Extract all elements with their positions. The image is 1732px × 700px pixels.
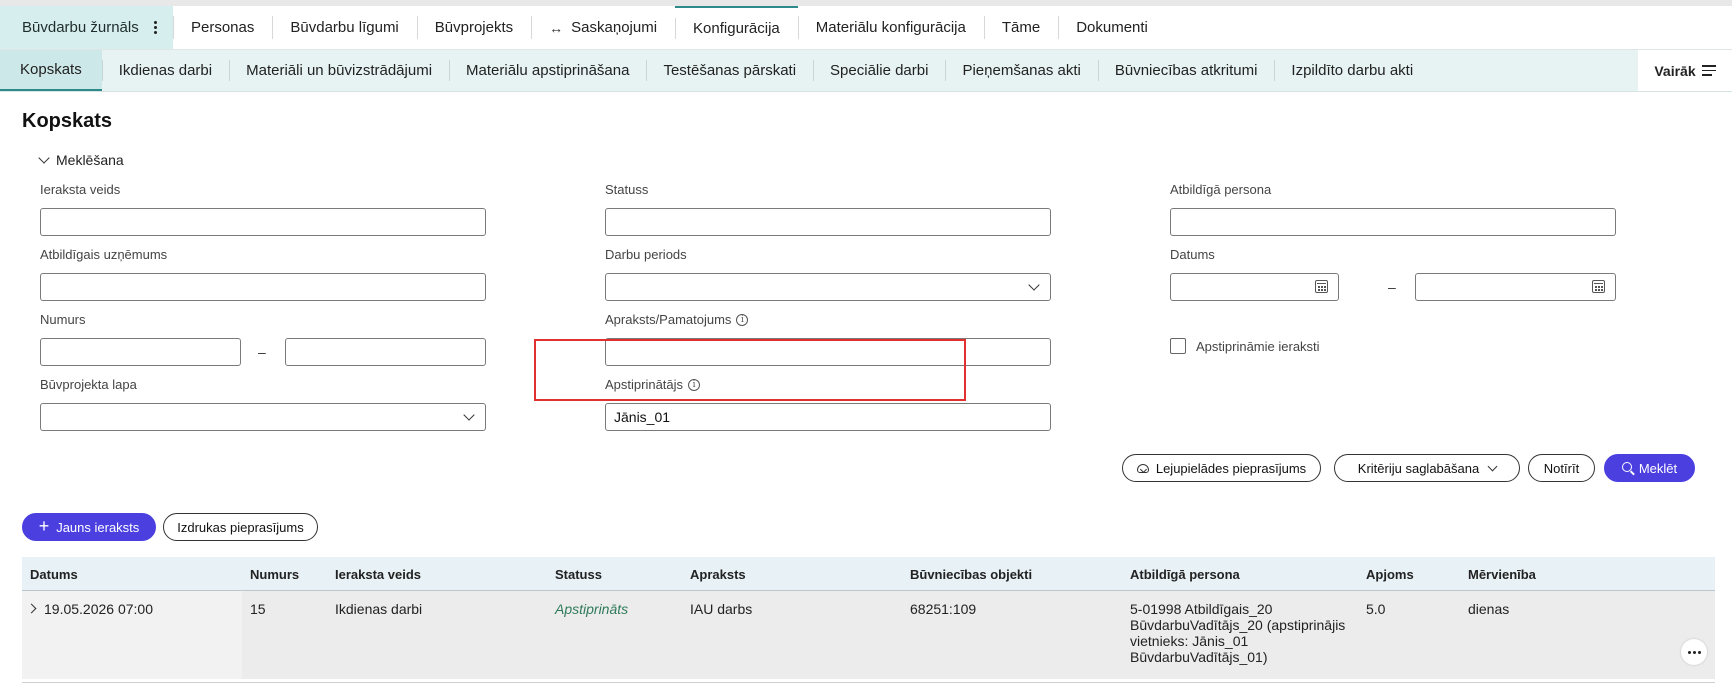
responsible-company-label: Atbildīgais uzņēmums (40, 247, 168, 262)
nav-item-buvprojekts[interactable]: Būvprojekts (416, 6, 531, 49)
cell-number: 15 (250, 601, 266, 617)
approver-label: Apstiprinātājs i (605, 377, 701, 392)
tab-materiali[interactable]: Materiāli un būvizstrādājumi (229, 50, 449, 91)
records-table: Datums Numurs Ieraksta veids Statuss Apr… (22, 557, 1715, 679)
cell-responsible-person: 5-01998 Atbildīgais_20 BūvdarbuVadītājs_… (1130, 601, 1346, 665)
more-horizontal-icon (1687, 650, 1691, 654)
save-criteria-button[interactable]: Kritēriju saglabāšana (1334, 454, 1520, 482)
work-period-label: Darbu periods (605, 247, 687, 262)
column-header-volume[interactable]: Apjoms (1366, 567, 1414, 582)
column-header-objects[interactable]: Būvniecības objekti (910, 567, 1032, 582)
info-icon[interactable]: i (688, 378, 701, 391)
new-record-button[interactable]: + Jauns ieraksts (22, 513, 156, 541)
clear-button[interactable]: Notīrīt (1528, 454, 1595, 482)
record-type-input[interactable] (40, 208, 486, 236)
column-header-description[interactable]: Apraksts (690, 567, 746, 582)
description-label: Apraksts/Pamatojums i (605, 312, 749, 327)
tab-specialie-darbi[interactable]: Speciālie darbi (813, 50, 945, 91)
project-page-label: Būvprojekta lapa (40, 377, 137, 392)
more-tabs-button[interactable]: Vairāk (1638, 50, 1732, 91)
tab-buvniecibas-atkritumi[interactable]: Būvniecības atkritumi (1097, 50, 1275, 91)
print-request-button[interactable]: Izdrukas pieprasījums (163, 513, 318, 541)
app-brand-label: Būvdarbu žurnāls (22, 19, 139, 36)
column-header-date[interactable]: Datums (30, 567, 78, 582)
column-header-responsible-person[interactable]: Atbildīgā persona (1130, 567, 1240, 582)
status-label: Statuss (605, 182, 649, 197)
chevron-down-icon (1487, 461, 1498, 471)
primary-nav: Būvdarbu žurnāls Personas Būvdarbu līgum… (0, 6, 1732, 50)
cell-unit: dienas (1468, 601, 1510, 617)
search-icon (1621, 462, 1632, 472)
nav-item-dokumenti[interactable]: Dokumenti (1058, 6, 1166, 49)
number-to-input[interactable] (285, 338, 486, 366)
date-label: Datums (1170, 247, 1215, 262)
cell-status: Apstiprināts (555, 601, 629, 617)
project-page-select[interactable] (40, 403, 486, 431)
cell-description: IAU darbs (690, 601, 753, 617)
nav-item-saskanojumi[interactable]: ↔ Saskaņojumi (531, 6, 675, 49)
nav-item-tame[interactable]: Tāme (983, 6, 1058, 49)
table-bottom-border (22, 682, 1715, 683)
chevron-down-icon (463, 409, 475, 421)
tab-kopskats[interactable]: Kopskats (0, 50, 102, 91)
approver-input[interactable]: Jānis_01 (605, 403, 1051, 431)
row-actions-button[interactable] (1681, 639, 1707, 665)
table-row[interactable]: 19.05.2026 07:00 15 Ikdienas darbi Apsti… (22, 591, 1715, 679)
cell-date: 19.05.2026 07:00 (44, 601, 153, 617)
approvable-records-checkbox[interactable] (1170, 338, 1186, 354)
approvable-records-label: Apstiprināmie ieraksti (1196, 339, 1320, 354)
secondary-nav: Kopskats Ikdienas darbi Materiāli un būv… (0, 50, 1732, 92)
search-button[interactable]: Meklēt (1604, 454, 1695, 482)
tab-testesanas-parskati[interactable]: Testēšanas pārskati (646, 50, 813, 91)
app-brand-menu[interactable]: Būvdarbu žurnāls (0, 6, 173, 49)
page-title: Kopskats (22, 110, 113, 132)
column-header-status[interactable]: Statuss (555, 567, 602, 582)
chevron-down-icon (1028, 279, 1040, 291)
plus-icon: + (38, 516, 50, 536)
number-label: Numurs (40, 312, 86, 327)
info-icon[interactable]: i (736, 313, 749, 326)
approver-highlight-box (534, 339, 966, 401)
nav-item-materialu-konfiguracija[interactable]: Materiālu konfigurācija (797, 6, 984, 49)
status-input[interactable] (605, 208, 1051, 236)
menu-lines-icon (1701, 65, 1716, 76)
more-vertical-icon[interactable] (152, 17, 159, 38)
responsible-person-label: Atbildīgā persona (1170, 182, 1272, 197)
date-range-separator: – (1388, 279, 1396, 295)
responsible-person-input[interactable] (1170, 208, 1616, 236)
cell-volume: 5.0 (1366, 601, 1386, 617)
tab-izpildito-darbu-akti[interactable]: Izpildīto darbu akti (1274, 50, 1430, 91)
chevron-down-icon (38, 151, 50, 164)
column-header-unit[interactable]: Mērvienība (1468, 567, 1536, 582)
left-right-arrows-icon: ↔ (549, 19, 564, 36)
responsible-company-input[interactable] (40, 273, 486, 301)
cell-objects: 68251:109 (910, 601, 977, 617)
tab-ikdienas-darbi[interactable]: Ikdienas darbi (101, 50, 229, 91)
column-header-record-type[interactable]: Ieraksta veids (335, 567, 421, 582)
cell-record-type: Ikdienas darbi (335, 601, 423, 617)
date-from-input[interactable] (1170, 273, 1339, 301)
nav-item-konfiguracija[interactable]: Konfigurācija (675, 6, 798, 49)
number-from-input[interactable] (40, 338, 241, 366)
record-type-label: Ieraksta veids (40, 182, 121, 197)
number-range-separator: – (258, 344, 266, 360)
nav-item-buvdarbu-ligumi[interactable]: Būvdarbu līgumi (272, 6, 416, 49)
search-section-toggle[interactable]: Meklēšana (38, 151, 124, 168)
work-period-select[interactable] (605, 273, 1051, 301)
date-to-input[interactable] (1415, 273, 1616, 301)
column-header-number[interactable]: Numurs (250, 567, 299, 582)
tab-materialu-apstiprinasana[interactable]: Materiālu apstiprināšana (449, 50, 646, 91)
calendar-icon[interactable] (1592, 280, 1605, 293)
tab-pienemsanas-akti[interactable]: Pieņemšanas akti (945, 50, 1097, 91)
cloud-download-icon (1136, 463, 1149, 473)
download-request-button[interactable]: Lejupielādes pieprasījums (1122, 454, 1321, 482)
table-header: Datums Numurs Ieraksta veids Statuss Apr… (22, 557, 1715, 591)
calendar-icon[interactable] (1315, 280, 1328, 293)
nav-item-personas[interactable]: Personas (173, 6, 272, 49)
